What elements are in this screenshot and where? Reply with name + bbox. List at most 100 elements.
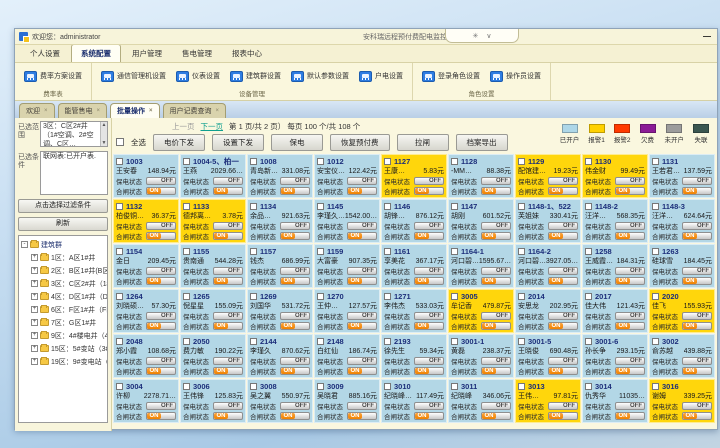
switch-status-toggle[interactable]: ON xyxy=(615,232,645,240)
meter-card[interactable]: 1164-2河口碧…3927.05…保电状态OFF合闸状态ON xyxy=(515,244,581,288)
meter-card[interactable]: 3005牟记香479.87元保电状态OFF合闸状态ON xyxy=(448,289,514,333)
meter-card[interactable]: 1134余品…921.63元保电状态OFF合闸状态ON xyxy=(247,199,313,243)
meter-card[interactable]: 1127王康…5.83元保电状态OFF合闸状态ON xyxy=(381,154,447,198)
refresh-button[interactable]: 刷新 xyxy=(18,217,108,231)
supply-status-toggle[interactable]: OFF xyxy=(213,222,243,230)
card-checkbox[interactable] xyxy=(250,248,257,255)
expander-open-icon[interactable]: - xyxy=(21,241,28,248)
ribbon-button-登录角色设置[interactable]: 登录角色设置 xyxy=(417,71,485,82)
meter-card[interactable]: 1148-1、522芙姐妹330.41元保电状态OFF合闸状态ON xyxy=(515,199,581,243)
switch-status-toggle[interactable]: ON xyxy=(548,232,578,240)
switch-status-toggle[interactable]: ON xyxy=(213,232,243,240)
supply-status-toggle[interactable]: OFF xyxy=(280,267,310,275)
switch-status-toggle[interactable]: ON xyxy=(213,367,243,375)
switch-status-toggle[interactable]: ON xyxy=(213,277,243,285)
supply-status-toggle[interactable]: OFF xyxy=(682,177,712,185)
range-scrollbar[interactable]: ▲ ▼ xyxy=(100,122,107,146)
card-checkbox[interactable] xyxy=(384,158,391,165)
card-checkbox[interactable] xyxy=(585,383,592,390)
card-checkbox[interactable] xyxy=(116,158,123,165)
card-checkbox[interactable] xyxy=(183,158,190,165)
expander-closed-icon[interactable]: + xyxy=(31,293,38,300)
card-checkbox[interactable] xyxy=(585,203,592,210)
meter-card[interactable]: 3002俞苏越439.88元保电状态OFF合闸状态ON xyxy=(649,334,715,378)
card-checkbox[interactable] xyxy=(652,248,659,255)
switch-status-toggle[interactable]: ON xyxy=(280,232,310,240)
switch-status-toggle[interactable]: ON xyxy=(146,277,176,285)
card-checkbox[interactable] xyxy=(116,383,123,390)
meter-card[interactable]: 1133德邦离…3.78元保电状态OFF合闸状态ON xyxy=(180,199,246,243)
card-checkbox[interactable] xyxy=(652,203,659,210)
tree-root[interactable]: -建筑群 xyxy=(21,238,107,251)
meter-card[interactable]: 1130伟金财99.49元保电状态OFF合闸状态ON xyxy=(582,154,648,198)
card-checkbox[interactable] xyxy=(250,158,257,165)
meter-card[interactable]: 1131王若君…137.59元保电状态OFF合闸状态ON xyxy=(649,154,715,198)
switch-status-toggle[interactable]: ON xyxy=(414,322,444,330)
meter-card[interactable]: 1148-3汪洋…624.64元保电状态OFF合闸状态ON xyxy=(649,199,715,243)
switch-status-toggle[interactable]: ON xyxy=(615,277,645,285)
close-icon[interactable]: × xyxy=(44,108,48,114)
tree-node[interactable]: +7区：G区1#井 xyxy=(21,316,107,329)
meter-card[interactable]: 2020佳飞155.93元保电状态OFF合闸状态ON xyxy=(649,289,715,333)
switch-status-toggle[interactable]: ON xyxy=(146,412,176,420)
supply-status-toggle[interactable]: OFF xyxy=(682,357,712,365)
select-all-checkbox[interactable] xyxy=(116,138,124,146)
supply-status-toggle[interactable]: OFF xyxy=(213,177,243,185)
menu-item-系统配置[interactable]: 系统配置 xyxy=(71,44,121,62)
switch-status-toggle[interactable]: ON xyxy=(347,232,377,240)
tree-node[interactable]: +1区：A区1#井 xyxy=(21,251,107,264)
meter-card[interactable]: 1269刘国华531.72元保电状态OFF合闸状态ON xyxy=(247,289,313,333)
menu-item-售电管理[interactable]: 售电管理 xyxy=(173,45,221,62)
meter-card[interactable]: 1129配馆建…19.23元保电状态OFF合闸状态ON xyxy=(515,154,581,198)
meter-card[interactable]: 1157钱杰686.99元保电状态OFF合闸状态ON xyxy=(247,244,313,288)
switch-status-toggle[interactable]: ON xyxy=(548,412,578,420)
card-checkbox[interactable] xyxy=(451,158,458,165)
scroll-up-arrow-icon[interactable]: ▲ xyxy=(102,122,107,128)
meter-card[interactable]: 1265倪星星155.09元保电状态OFF合闸状态ON xyxy=(180,289,246,333)
meter-card[interactable]: 1264刘晓硕…57.30元保电状态OFF合闸状态ON xyxy=(113,289,179,333)
meter-card[interactable]: 2144李瑾久870.62元保电状态OFF合闸状态ON xyxy=(247,334,313,378)
card-checkbox[interactable] xyxy=(183,383,190,390)
expander-closed-icon[interactable]: + xyxy=(31,358,38,365)
card-checkbox[interactable] xyxy=(451,338,458,345)
meter-card[interactable]: 3010纪晓峰…117.49元保电状态OFF合闸状态ON xyxy=(381,379,447,423)
meter-card[interactable]: 1003王安春148.94元保电状态OFF合闸状态ON xyxy=(113,154,179,198)
chevron-down-icon[interactable]: ∨ xyxy=(486,32,491,40)
meter-card[interactable]: 3001-5王晓俊690.48元保电状态OFF合闸状态ON xyxy=(515,334,581,378)
supply-status-toggle[interactable]: OFF xyxy=(280,312,310,320)
card-checkbox[interactable] xyxy=(451,248,458,255)
meter-card[interactable]: 1128-MM…88.38元保电状态OFF合闸状态ON xyxy=(448,154,514,198)
supply-status-toggle[interactable]: OFF xyxy=(548,177,578,185)
card-checkbox[interactable] xyxy=(183,293,190,300)
selected-condition-box[interactable]: 联网表:已开户表. xyxy=(40,151,108,195)
switch-status-toggle[interactable]: ON xyxy=(548,367,578,375)
tree-node[interactable]: +15区：5#变站（3#变… xyxy=(21,342,107,355)
switch-status-toggle[interactable]: ON xyxy=(682,367,712,375)
card-checkbox[interactable] xyxy=(384,203,391,210)
supply-status-toggle[interactable]: OFF xyxy=(481,357,511,365)
meter-card[interactable]: 3009吴晓君885.16元保电状态OFF合闸状态ON xyxy=(314,379,380,423)
card-checkbox[interactable] xyxy=(384,383,391,390)
action-button-拉闸[interactable]: 拉闸 xyxy=(397,134,449,151)
card-checkbox[interactable] xyxy=(518,383,525,390)
supply-status-toggle[interactable]: OFF xyxy=(347,402,377,410)
meter-card[interactable]: 1154金日209.45元保电状态OFF合闸状态ON xyxy=(113,244,179,288)
switch-status-toggle[interactable]: ON xyxy=(280,367,310,375)
switch-status-toggle[interactable]: ON xyxy=(548,187,578,195)
supply-status-toggle[interactable]: OFF xyxy=(615,222,645,230)
supply-status-toggle[interactable]: OFF xyxy=(481,312,511,320)
card-checkbox[interactable] xyxy=(518,203,525,210)
card-checkbox[interactable] xyxy=(652,383,659,390)
close-icon[interactable]: × xyxy=(216,108,220,114)
card-checkbox[interactable] xyxy=(317,158,324,165)
meter-card[interactable]: 3011纪晓峰346.06元保电状态OFF合闸状态ON xyxy=(448,379,514,423)
supply-status-toggle[interactable]: OFF xyxy=(414,177,444,185)
card-checkbox[interactable] xyxy=(585,293,592,300)
switch-status-toggle[interactable]: ON xyxy=(481,412,511,420)
card-checkbox[interactable] xyxy=(317,293,324,300)
card-checkbox[interactable] xyxy=(652,293,659,300)
meter-card[interactable]: 3008吴之翼550.97元保电状态OFF合闸状态ON xyxy=(247,379,313,423)
card-checkbox[interactable] xyxy=(317,203,324,210)
supply-status-toggle[interactable]: OFF xyxy=(615,357,645,365)
meter-card[interactable]: 2048郑小霞108.68元保电状态OFF合闸状态ON xyxy=(113,334,179,378)
